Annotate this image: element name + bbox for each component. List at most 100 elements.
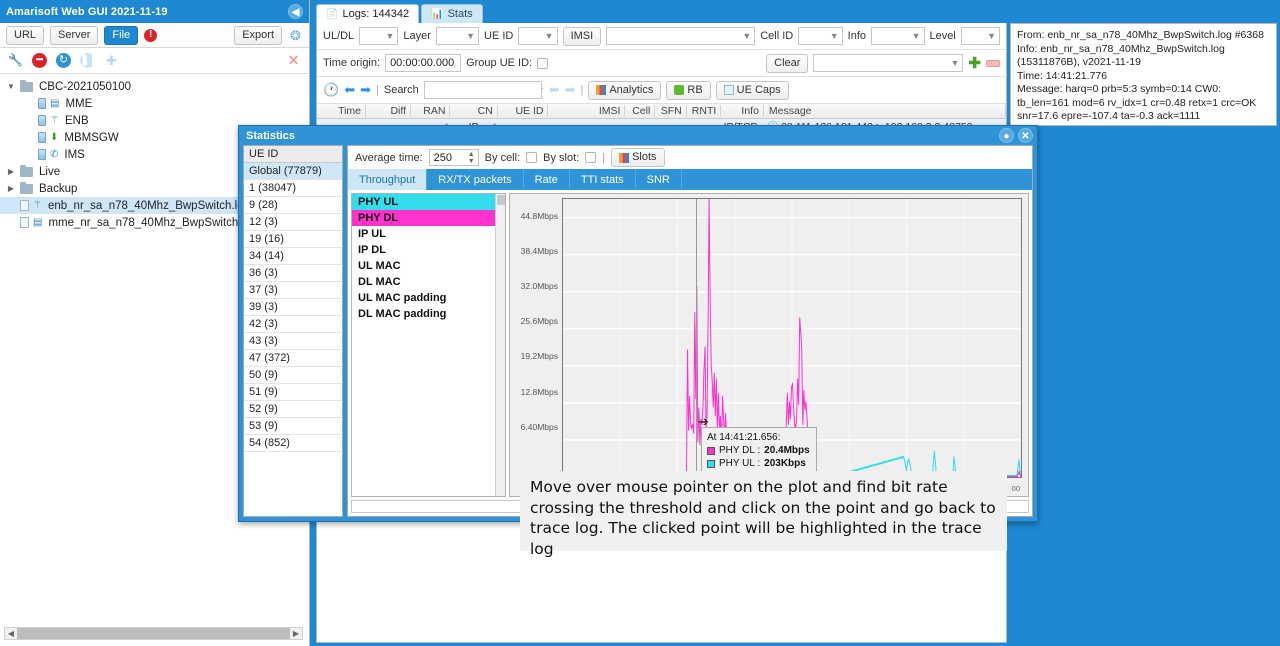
series-item[interactable]: DL MAC padding: [352, 306, 505, 322]
info-select[interactable]: ▼: [871, 27, 925, 45]
stop-icon[interactable]: ━: [32, 53, 47, 68]
ue-id-item[interactable]: 50 (9): [244, 367, 342, 384]
column-header[interactable]: Message: [764, 105, 1006, 117]
minimize-icon[interactable]: ●: [999, 128, 1014, 143]
error-icon[interactable]: !: [144, 28, 158, 42]
tree-item[interactable]: ▼ CBC-2021050100: [0, 78, 309, 95]
arrow-left-icon[interactable]: ⬅: [344, 82, 355, 98]
file-button[interactable]: File: [104, 25, 139, 45]
ue-id-item[interactable]: 54 (852): [244, 435, 342, 452]
by-slot-checkbox[interactable]: [585, 152, 597, 163]
ue-id-item[interactable]: 51 (9): [244, 384, 342, 401]
server-button[interactable]: Server: [50, 25, 99, 45]
statistics-tab[interactable]: TTI stats: [570, 169, 636, 190]
analytics-button[interactable]: Analytics: [588, 80, 662, 100]
arrow-right-icon[interactable]: ➡: [360, 82, 371, 98]
time-origin-input[interactable]: 00:00:00.000: [385, 54, 462, 72]
slots-button[interactable]: Slots: [611, 148, 665, 167]
ue-id-item[interactable]: 52 (9): [244, 401, 342, 418]
search-input[interactable]: [423, 81, 542, 99]
scroll-left-icon[interactable]: ◀: [5, 629, 17, 638]
ue-id-item[interactable]: 53 (9): [244, 418, 342, 435]
close-icon[interactable]: ✕: [286, 53, 301, 68]
ue-id-item[interactable]: Global (77879): [244, 163, 342, 180]
statistics-tab[interactable]: RX/TX packets: [427, 169, 524, 190]
chevron-right-icon[interactable]: ▶: [6, 167, 16, 176]
ue-id-item[interactable]: 39 (3): [244, 299, 342, 316]
column-header[interactable]: Time: [317, 105, 367, 117]
by-cell-checkbox[interactable]: [526, 152, 538, 163]
group-ueid-checkbox[interactable]: [537, 57, 549, 69]
plus-icon[interactable]: ✚: [968, 56, 981, 71]
column-header[interactable]: UE ID: [498, 105, 549, 117]
column-header[interactable]: Cell: [625, 105, 656, 117]
plot-canvas[interactable]: ➔ At 14:41:21.656: PHY DL :20.4Mbps PHY UL…: [562, 198, 1022, 479]
dialog-close-icon[interactable]: ✕: [1018, 128, 1033, 143]
column-header[interactable]: Info: [721, 105, 764, 117]
imsi-button[interactable]: IMSI: [562, 26, 602, 46]
ue-id-item[interactable]: 1 (38047): [244, 180, 342, 197]
throughput-plot[interactable]: 6.40Mbps 12.8Mbps 19.2Mbps 25.6Mbps 32.0Mbps…: [509, 193, 1029, 497]
column-header[interactable]: RNTI: [687, 105, 722, 117]
statistics-tab[interactable]: Rate: [524, 169, 570, 190]
chevron-down-icon[interactable]: ▼: [6, 82, 16, 91]
series-item[interactable]: DL MAC: [352, 274, 505, 290]
series-item[interactable]: IP DL: [352, 242, 505, 258]
ue-id-item[interactable]: 47 (372): [244, 350, 342, 367]
column-header[interactable]: SFN: [655, 105, 687, 117]
find-next-icon[interactable]: ➡: [565, 82, 576, 98]
series-list-scrollbar[interactable]: [495, 194, 505, 496]
ue-id-item[interactable]: 42 (3): [244, 316, 342, 333]
statistics-tab[interactable]: SNR: [636, 169, 682, 190]
ueid-select[interactable]: ▼: [518, 27, 558, 45]
ue-id-list[interactable]: UE ID Global (77879) 1 (38047) 9 (28) 12 (3…: [243, 145, 343, 517]
cellid-select[interactable]: ▼: [798, 27, 843, 45]
tree-item[interactable]: ▤ MME: [0, 95, 309, 112]
column-header[interactable]: Diff: [366, 105, 412, 117]
column-header[interactable]: CN: [450, 105, 498, 117]
left-panel-hscrollbar[interactable]: ◀ ▶: [4, 627, 303, 640]
ue-id-item[interactable]: 43 (3): [244, 333, 342, 350]
imsi-select[interactable]: ▼: [606, 27, 756, 45]
statistics-titlebar[interactable]: Statistics ● ✕: [239, 126, 1037, 145]
pause-icon[interactable]: ❚❚: [80, 53, 98, 68]
minus-icon[interactable]: [986, 59, 1000, 67]
series-item[interactable]: UL MAC: [352, 258, 505, 274]
series-item[interactable]: UL MAC padding: [352, 290, 505, 306]
column-header[interactable]: RAN: [411, 105, 451, 117]
level-select[interactable]: ▼: [960, 27, 1001, 45]
average-time-input[interactable]: 250 ▲ ▼: [428, 149, 479, 166]
statistics-tab[interactable]: Throughput: [348, 169, 428, 190]
series-item[interactable]: PHY DL: [352, 210, 505, 226]
column-header[interactable]: IMSI: [548, 105, 626, 117]
url-button[interactable]: URL: [6, 25, 45, 45]
layer-select[interactable]: ▼: [435, 27, 480, 45]
clear-button[interactable]: Clear: [766, 53, 809, 73]
series-item[interactable]: IP UL: [352, 226, 505, 242]
scroll-right-icon[interactable]: ▶: [290, 629, 302, 638]
wrench-icon[interactable]: 🔧: [8, 53, 23, 68]
ue-caps-button[interactable]: UE Caps: [715, 80, 789, 100]
export-button[interactable]: Export: [234, 25, 282, 45]
add-icon[interactable]: ✚: [104, 53, 119, 68]
uldl-select[interactable]: ▼: [359, 27, 399, 45]
series-item[interactable]: PHY UL: [352, 194, 505, 210]
ue-id-item[interactable]: 12 (3): [244, 214, 342, 231]
collapse-panel-icon[interactable]: ◀: [288, 4, 303, 19]
scroll-thumb[interactable]: [17, 628, 290, 639]
fan-icon[interactable]: ❂: [288, 28, 303, 43]
ue-id-item[interactable]: 36 (3): [244, 265, 342, 282]
find-prev-icon[interactable]: ⬅: [549, 82, 560, 98]
clock-icon[interactable]: 🕐: [323, 82, 339, 98]
preset-select[interactable]: ▼: [813, 54, 964, 72]
chevron-right-icon[interactable]: ▶: [6, 184, 16, 193]
ue-id-item[interactable]: 19 (16): [244, 231, 342, 248]
refresh-icon[interactable]: ↻: [56, 53, 71, 68]
ue-id-item[interactable]: 37 (3): [244, 282, 342, 299]
spinner-arrows-icon[interactable]: ▲ ▼: [468, 151, 478, 165]
log-tab[interactable]: 📊 Stats: [421, 4, 483, 23]
log-tab[interactable]: 📄 Logs: 144342: [316, 4, 420, 23]
rb-button[interactable]: RB: [666, 80, 711, 100]
ue-id-item[interactable]: 9 (28): [244, 197, 342, 214]
ue-id-item[interactable]: 34 (14): [244, 248, 342, 265]
